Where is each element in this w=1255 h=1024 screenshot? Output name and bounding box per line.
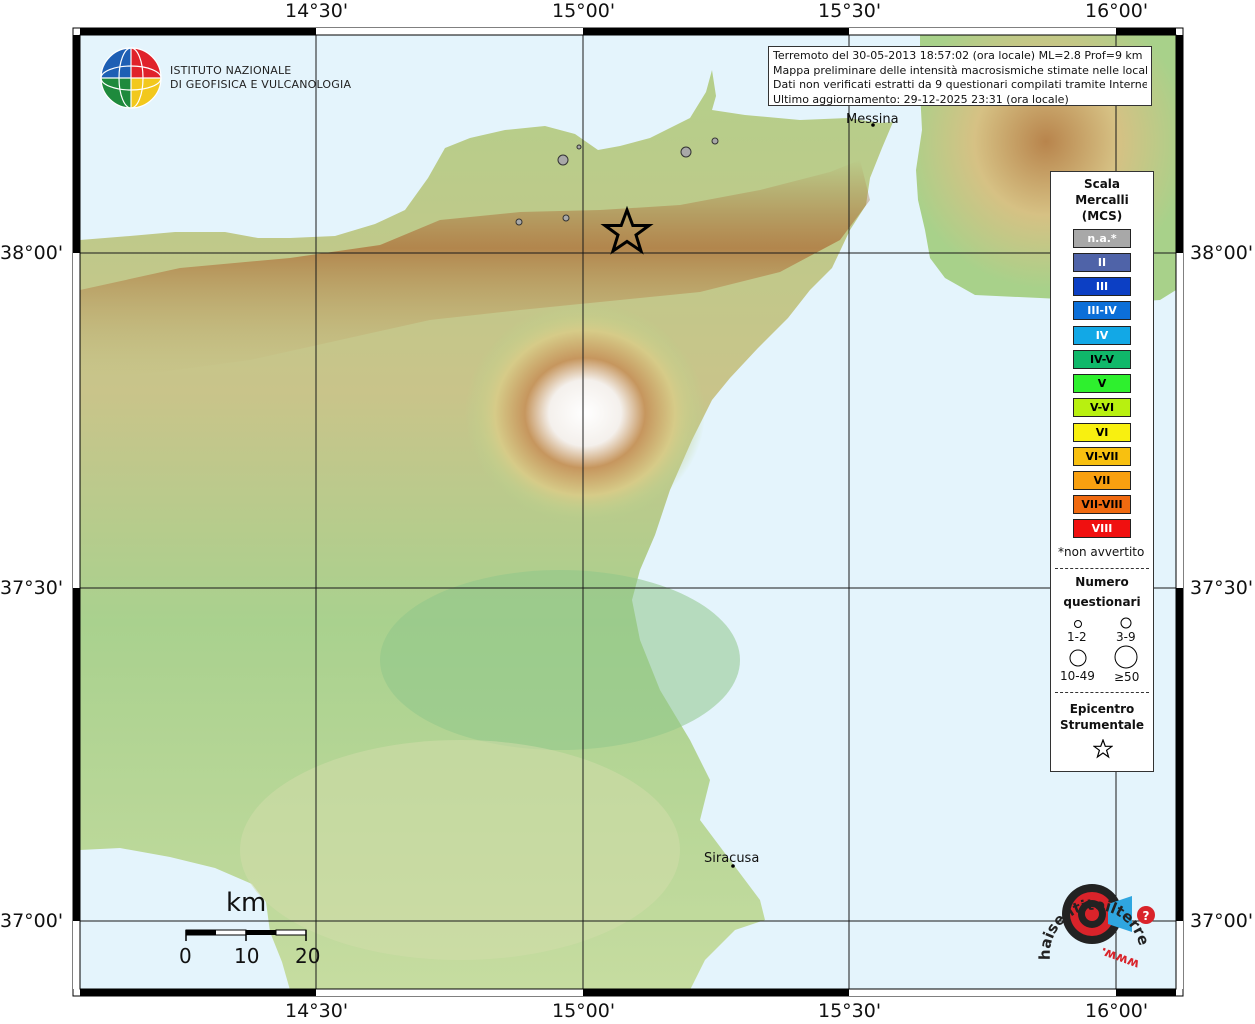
legend-count-title1: Numero (1075, 575, 1129, 589)
lon-label-bottom-4: 16°00' (1085, 1000, 1149, 1022)
lon-label-top-2: 15°00' (552, 0, 616, 22)
legend-title-mcs: (MCS) (1081, 209, 1123, 223)
lat-label-right-1: 38°00' (1190, 242, 1254, 264)
legend-epicenter-title2: Strumentale (1059, 718, 1145, 732)
legend-swatch-vi: VI (1073, 423, 1131, 442)
watermark-url: haisentitoilterremoto.it (1022, 856, 1153, 960)
etna-volcano (465, 303, 705, 523)
lat-label-right-3: 37°00' (1190, 910, 1254, 932)
lon-label-top-1: 14°30' (285, 0, 349, 22)
legend-swatch-vii: VII (1073, 471, 1131, 490)
lon-label-bottom-1: 14°30' (285, 1000, 349, 1022)
observation-point (711, 137, 719, 145)
legend-count-label-1-2: 1-2 (1067, 630, 1087, 644)
legend-title-mercalli: Mercalli (1075, 193, 1129, 207)
legend-swatch-v-vi: V-VI (1073, 398, 1131, 417)
legend-epicenter-title1: Epicentro (1069, 702, 1135, 716)
lon-label-bottom-2: 15°00' (552, 1000, 616, 1022)
legend-swatch-vii-viii: VII-VIII (1073, 495, 1131, 514)
iblei-hills (240, 740, 680, 960)
ingv-logo-globe (100, 47, 162, 109)
scale-tick-0: 0 (179, 944, 192, 968)
legend-title-scala: Scala (1083, 177, 1121, 191)
legend-count-title2: questionari (1063, 595, 1141, 609)
observation-point (576, 144, 582, 150)
legend-swatch-iv-v: IV-V (1073, 350, 1131, 369)
legend-not-felt-note: *non avvertito (1058, 545, 1145, 559)
institute-name-line2: DI GEOFISICA E VULCANOLOGIA (170, 78, 352, 91)
svg-text:haisentitoilterremoto.it: haisentitoilterremoto.it (1030, 870, 1153, 960)
observation-point (515, 218, 523, 226)
legend-swatch-iii-iv: III-IV (1073, 301, 1131, 320)
scale-tick-20: 20 (295, 944, 321, 968)
legend-swatch-viii: VIII (1073, 519, 1131, 538)
info-line-event: Terremoto del 30-05-2013 18:57:02 (ora l… (773, 49, 1143, 62)
scale-unit: km (226, 888, 267, 918)
legend-count-label-50: ≥50 (1114, 670, 1140, 684)
lon-label-top-4: 16°00' (1085, 0, 1149, 22)
info-line-updated: Ultimo aggiornamento: 29-12-2025 23:31 (… (773, 92, 1069, 106)
legend-circle-50 (1114, 645, 1138, 669)
legend-epicenter-star-icon (1093, 739, 1113, 759)
legend-separator (1055, 692, 1149, 693)
lat-label-left-2: 37°30' (0, 577, 64, 599)
legend-circle-3-9 (1120, 617, 1132, 629)
lat-label-left-3: 37°00' (0, 910, 64, 932)
observation-point (680, 146, 692, 158)
lat-label-left-1: 38°00' (0, 242, 64, 264)
lon-label-top-3: 15°30' (818, 0, 882, 22)
lat-label-right-2: 37°30' (1190, 577, 1254, 599)
legend-count-label-10-49: 10-49 (1060, 669, 1095, 683)
legend-circle-1-2 (1074, 620, 1082, 628)
institute-name-line1: ISTITUTO NAZIONALE (170, 64, 292, 77)
legend-swatch-iv: IV (1073, 326, 1131, 345)
legend-count-label-3-9: 3-9 (1116, 630, 1136, 644)
legend-swatch-vi-vii: VI-VII (1073, 447, 1131, 466)
lon-label-bottom-3: 15°30' (818, 1000, 882, 1022)
legend-swatch-ii: II (1073, 253, 1131, 272)
observation-point (557, 154, 569, 166)
place-messina: Messina (846, 112, 899, 127)
scale-tick-10: 10 (234, 944, 260, 968)
mcs-legend: Scala Mercalli (MCS) n.a.* II III III-IV… (1050, 171, 1154, 772)
legend-separator (1055, 568, 1149, 569)
info-line-description: Mappa preliminare delle intensità macros… (773, 63, 1147, 77)
legend-swatch-v: V (1073, 374, 1131, 393)
legend-swatch-iii: III (1073, 277, 1131, 296)
info-line-data-source: Dati non verificati estratti da 9 questi… (773, 78, 1147, 91)
earthquake-info-box: Terremoto del 30-05-2013 18:57:02 (ora l… (768, 46, 1152, 106)
place-siracusa: Siracusa (704, 851, 760, 866)
legend-circle-10-49 (1069, 649, 1087, 667)
observation-point (562, 214, 570, 222)
legend-swatch-na: n.a.* (1073, 229, 1131, 248)
catania-plain (380, 570, 740, 750)
